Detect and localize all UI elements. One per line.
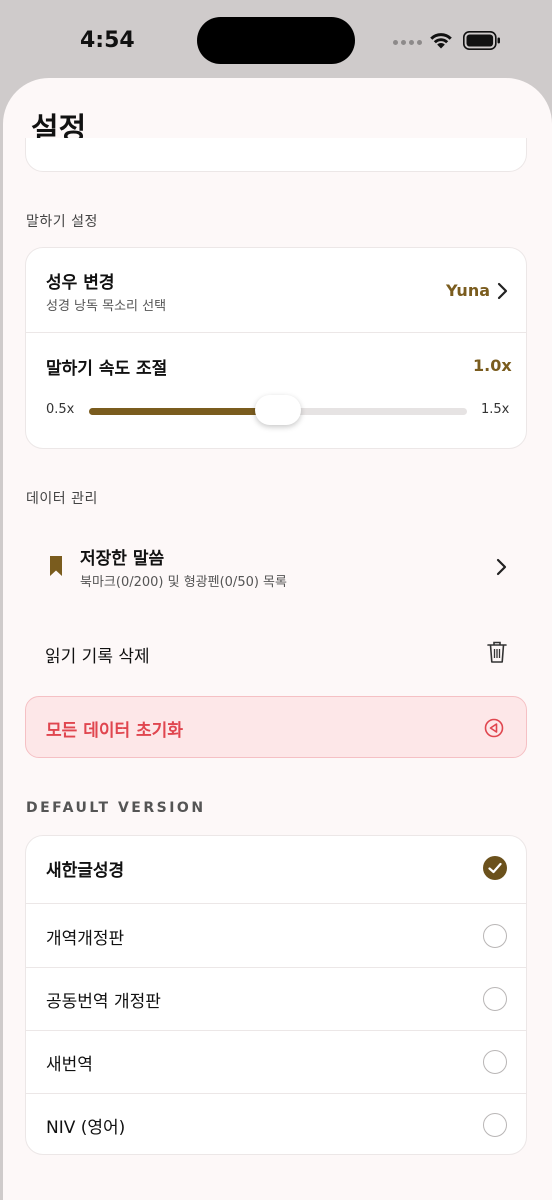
version-row-4[interactable]: NIV (영어): [26, 1093, 526, 1154]
section-label-data: 데이터 관리: [26, 491, 98, 507]
divider: [26, 332, 526, 333]
reset-all-label: 모든 데이터 초기화: [46, 721, 183, 741]
saved-words-title: 저장한 말씀: [80, 549, 165, 569]
radio-empty-icon: [483, 1113, 507, 1137]
speech-settings-card: 성우 변경 성경 낭독 목소리 선택 Yuna 말하기 속도 조절 1.0x 0…: [25, 247, 527, 449]
speed-title: 말하기 속도 조절: [46, 359, 168, 379]
slider-max-label: 1.5x: [481, 402, 510, 417]
version-row-3[interactable]: 새번역: [26, 1030, 526, 1093]
voice-change-title: 성우 변경: [46, 273, 115, 293]
version-label: NIV (영어): [46, 1118, 126, 1138]
section-label-speech: 말하기 설정: [26, 214, 98, 230]
dynamic-island: [197, 17, 355, 64]
voice-change-row[interactable]: 성우 변경 성경 낭독 목소리 선택 Yuna: [26, 248, 526, 332]
saved-words-row[interactable]: 저장한 말씀 북마크(0/200) 및 형광펜(0/50) 목록: [25, 528, 527, 610]
radio-empty-icon: [483, 1050, 507, 1074]
section-label-version: DEFAULT VERSION: [26, 800, 206, 816]
voice-value: Yuna: [446, 281, 490, 300]
status-bar: 4:54: [0, 0, 552, 80]
reset-all-data-button[interactable]: 모든 데이터 초기화: [25, 696, 527, 758]
version-label: 새번역: [46, 1055, 93, 1075]
previous-card-bottom: [25, 138, 527, 172]
settings-sheet: 설정 말하기 설정 성우 변경 성경 낭독 목소리 선택 Yuna 말하기 속도…: [3, 78, 552, 1200]
speed-slider-thumb[interactable]: [255, 395, 301, 425]
status-time: 4:54: [80, 28, 135, 53]
chevron-right-icon: [497, 282, 508, 300]
bookmark-icon: [50, 556, 62, 576]
version-row-2[interactable]: 공동번역 개정판: [26, 967, 526, 1030]
version-label: 공동번역 개정판: [46, 992, 161, 1012]
version-label: 새한글성경: [46, 861, 125, 881]
signal-dots-icon: [393, 40, 422, 45]
saved-words-subtitle: 북마크(0/200) 및 형광펜(0/50) 목록: [80, 575, 287, 590]
speed-value: 1.0x: [473, 356, 512, 375]
wifi-icon: [430, 33, 452, 49]
reset-icon: [484, 718, 504, 738]
speed-slider-fill: [89, 408, 278, 415]
battery-icon: [463, 31, 500, 50]
voice-change-subtitle: 성경 낭독 목소리 선택: [46, 299, 167, 314]
checkmark-icon: [483, 856, 507, 880]
slider-min-label: 0.5x: [46, 402, 75, 417]
version-row-0[interactable]: 새한글성경: [26, 836, 526, 899]
chevron-right-icon: [496, 558, 507, 576]
version-row-1[interactable]: 개역개정판: [26, 904, 526, 967]
version-card: 새한글성경 개역개정판 공동번역 개정판 새번역 NIV (영어): [25, 835, 527, 1155]
delete-history-title: 읽기 기록 삭제: [45, 647, 150, 667]
delete-history-row[interactable]: 읽기 기록 삭제: [25, 622, 527, 682]
radio-empty-icon: [483, 987, 507, 1011]
trash-icon: [487, 641, 507, 663]
version-label: 개역개정판: [46, 929, 125, 949]
radio-empty-icon: [483, 924, 507, 948]
